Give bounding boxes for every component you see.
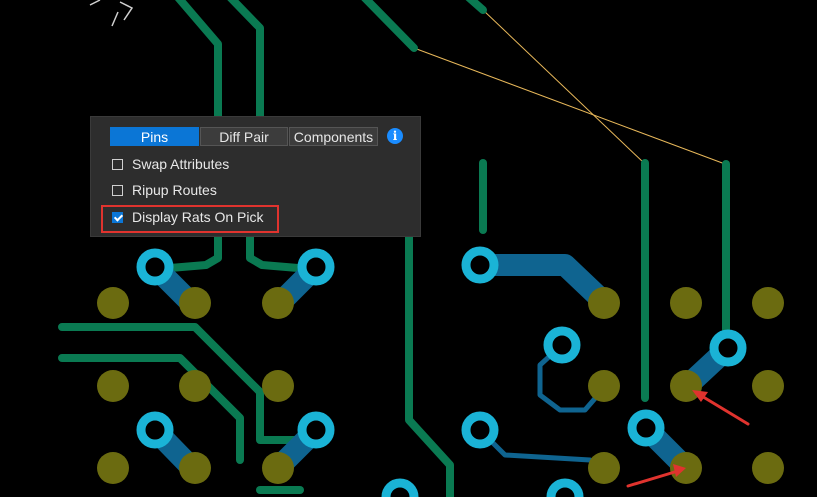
checkbox-ripup-routes[interactable] bbox=[112, 184, 123, 196]
highlight-box bbox=[101, 205, 279, 233]
option-swap-attributes[interactable]: Swap Attributes bbox=[112, 155, 229, 173]
tab-diff-pair[interactable]: Diff Pair bbox=[200, 127, 288, 146]
ratsnest-lines bbox=[413, 9, 726, 165]
option-ripup-routes[interactable]: Ripup Routes bbox=[112, 181, 217, 199]
option-label: Ripup Routes bbox=[132, 182, 217, 198]
tab-pins[interactable]: Pins bbox=[110, 127, 199, 146]
tab-bar: Pins Diff Pair Components bbox=[110, 127, 379, 146]
pcb-canvas[interactable] bbox=[0, 0, 817, 497]
thin-copper-traces bbox=[477, 342, 607, 471]
pin-swap-options-panel: Pins Diff Pair Components i Swap Attribu… bbox=[90, 116, 421, 237]
silkscreen-label bbox=[89, 0, 134, 27]
checkbox-swap-attributes[interactable] bbox=[112, 158, 123, 170]
option-label: Swap Attributes bbox=[132, 156, 230, 172]
tab-components[interactable]: Components bbox=[289, 127, 378, 146]
info-icon[interactable]: i bbox=[387, 128, 403, 144]
